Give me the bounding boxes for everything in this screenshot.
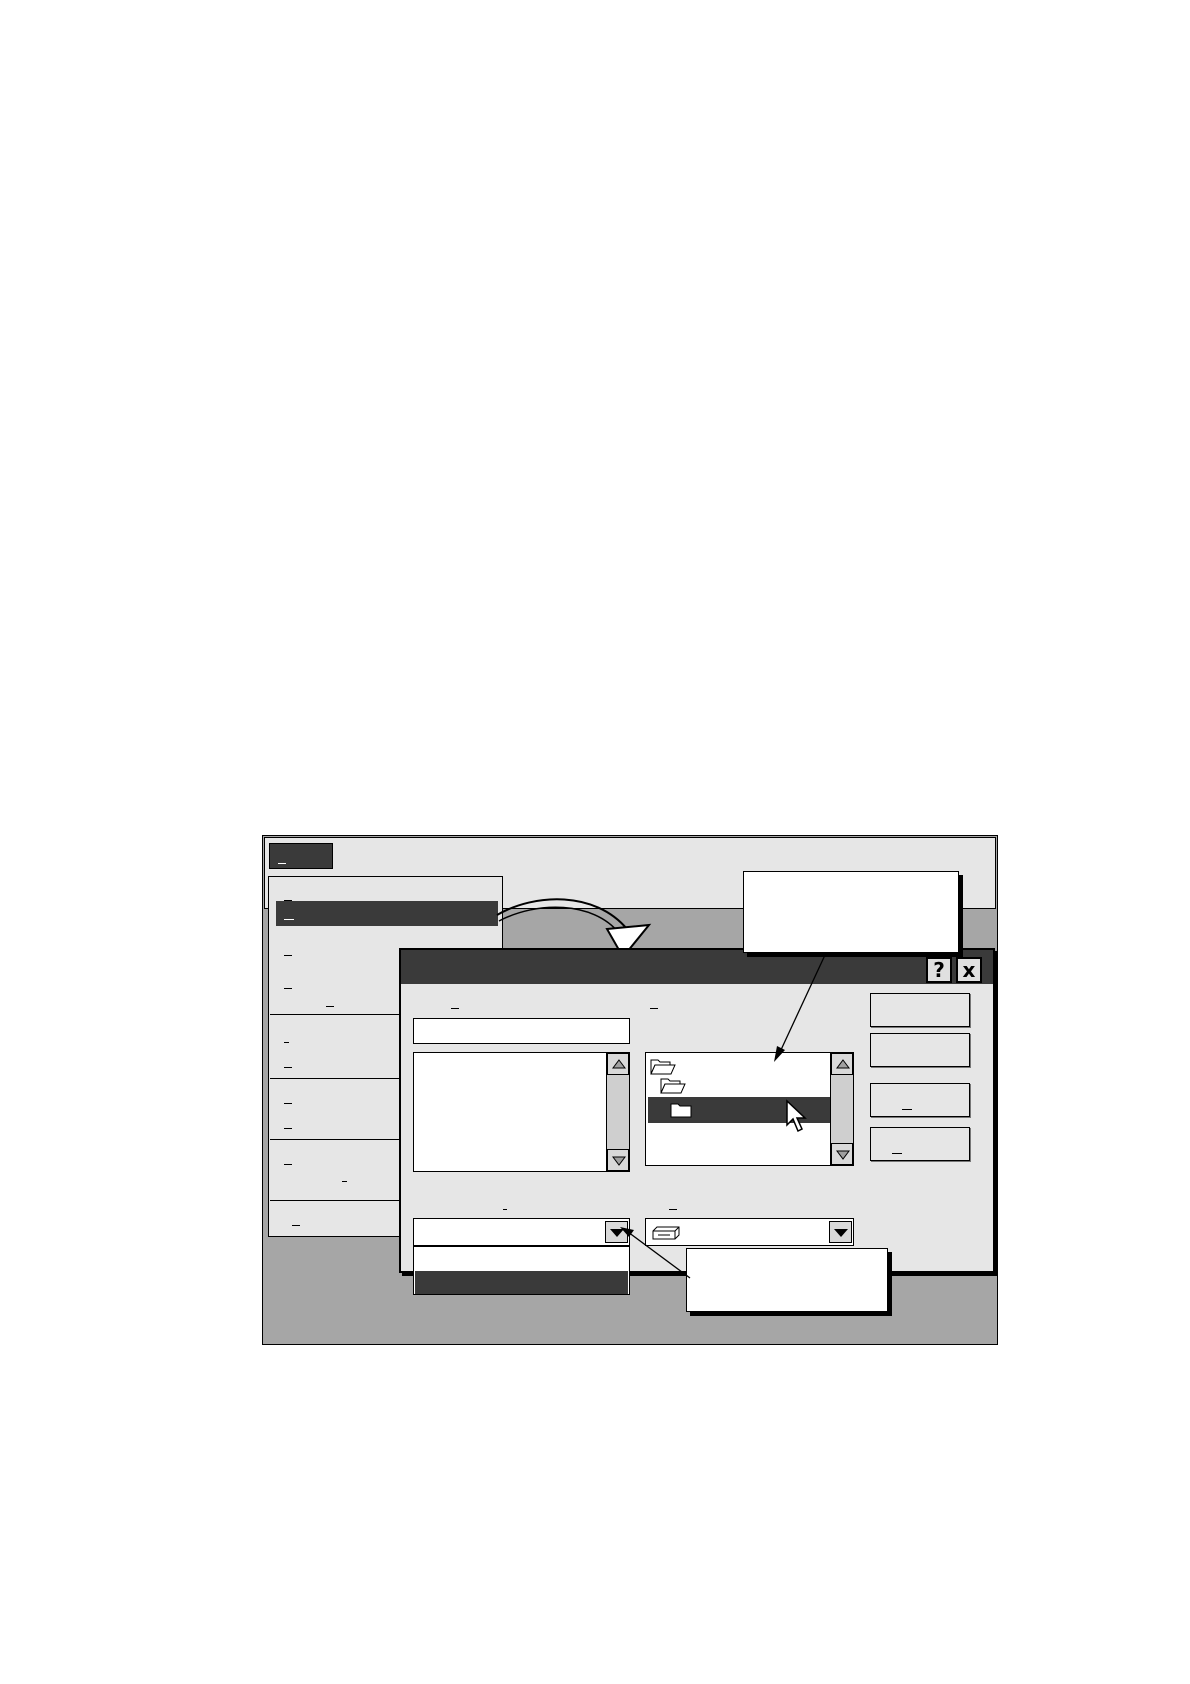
- callout-leader-arrows: [620, 954, 826, 1279]
